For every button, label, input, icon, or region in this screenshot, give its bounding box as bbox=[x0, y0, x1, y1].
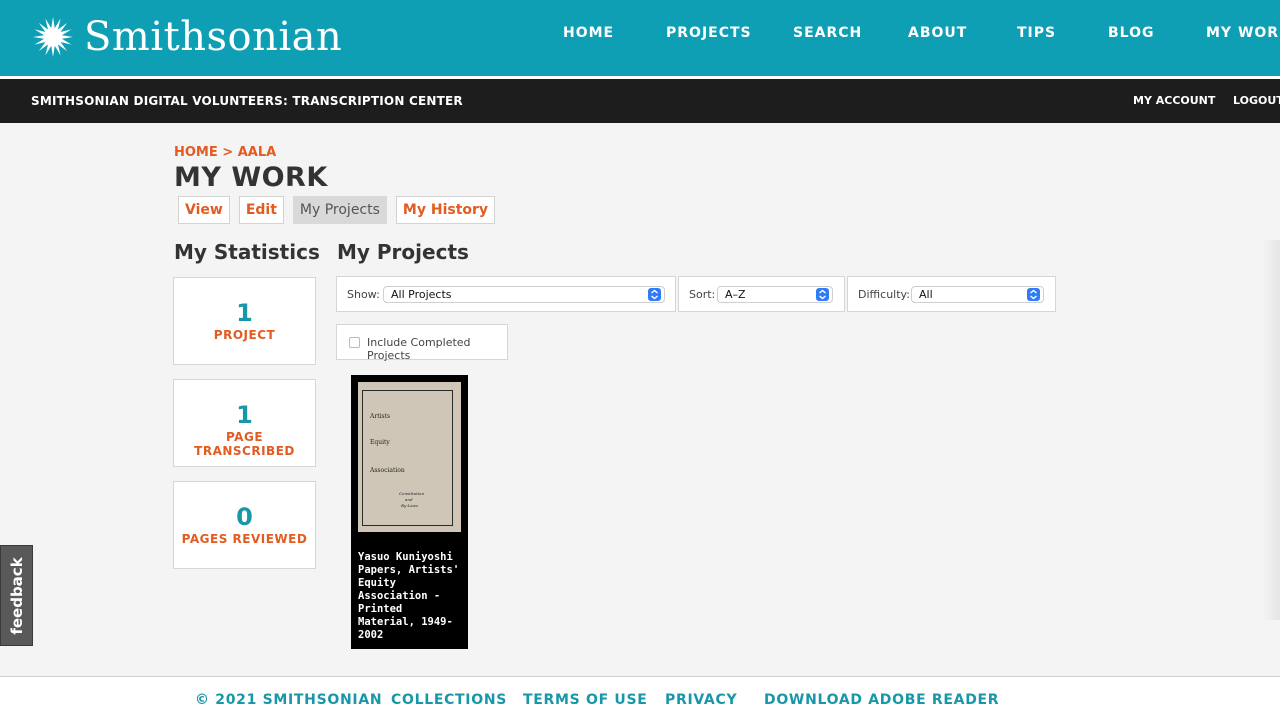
document-page: Artists Equity Association Constitution … bbox=[362, 390, 453, 526]
thumb-line: and bbox=[405, 497, 413, 502]
thumb-line: Equity bbox=[370, 439, 390, 446]
include-completed-checkbox[interactable] bbox=[349, 337, 360, 348]
select-chevron-icon bbox=[1027, 288, 1040, 301]
sort-filter: Sort: A–Z bbox=[678, 276, 845, 312]
project-card-title[interactable]: Yasuo Kuniyoshi Papers, Artists' Equity … bbox=[358, 551, 464, 642]
page-title: MY WORK bbox=[174, 162, 328, 193]
stat-value: 0 bbox=[236, 503, 253, 531]
nav-blog[interactable]: BLOG bbox=[1108, 25, 1155, 41]
show-select[interactable]: All Projects bbox=[383, 286, 665, 303]
feedback-tab[interactable]: feedback bbox=[0, 545, 33, 646]
stat-pages-transcribed: 1 PAGE TRANSCRIBED bbox=[173, 379, 316, 467]
include-completed-option: Include Completed Projects bbox=[336, 324, 508, 362]
difficulty-filter: Difficulty: All bbox=[847, 276, 1056, 312]
logout-link[interactable]: LOGOUT bbox=[1233, 94, 1280, 107]
tab-view[interactable]: View bbox=[178, 196, 230, 224]
breadcrumb-current[interactable]: AALA bbox=[238, 145, 276, 160]
select-chevron-icon bbox=[648, 288, 661, 301]
tab-edit[interactable]: Edit bbox=[238, 196, 284, 224]
nav-projects[interactable]: PROJECTS bbox=[666, 25, 752, 41]
show-label: Show: bbox=[347, 288, 380, 301]
select-chevron-icon bbox=[816, 288, 829, 301]
stat-projects: 1 PROJECT bbox=[173, 277, 316, 365]
main-nav: HOME PROJECTS SEARCH ABOUT TIPS BLOG MY … bbox=[0, 25, 1280, 47]
footer-collections[interactable]: COLLECTIONS bbox=[391, 692, 507, 708]
sort-select[interactable]: A–Z bbox=[717, 286, 833, 303]
nav-my-work[interactable]: MY WORK bbox=[1206, 25, 1280, 41]
nav-search[interactable]: SEARCH bbox=[793, 25, 862, 41]
sub-header-bar: SMITHSONIAN DIGITAL VOLUNTEERS: TRANSCRI… bbox=[0, 79, 1280, 123]
footer-adobe-reader[interactable]: DOWNLOAD ADOBE READER bbox=[764, 692, 999, 708]
project-card[interactable]: Artists Equity Association Constitution … bbox=[351, 375, 468, 649]
breadcrumb-separator: > bbox=[217, 145, 238, 160]
stat-pages-reviewed: 0 PAGES REVIEWED bbox=[173, 481, 316, 569]
profile-tabs: View Edit My Projects My History bbox=[178, 196, 496, 224]
nav-tips[interactable]: TIPS bbox=[1017, 25, 1056, 41]
stat-label: PAGES REVIEWED bbox=[181, 532, 308, 546]
my-account-link[interactable]: MY ACCOUNT bbox=[1133, 94, 1215, 107]
feedback-label: feedback bbox=[7, 556, 26, 635]
sort-select-value: A–Z bbox=[725, 288, 746, 301]
tab-my-projects[interactable]: My Projects bbox=[292, 196, 387, 224]
site-section-title: SMITHSONIAN DIGITAL VOLUNTEERS: TRANSCRI… bbox=[31, 94, 463, 108]
nav-home[interactable]: HOME bbox=[563, 25, 614, 41]
footer-privacy[interactable]: PRIVACY bbox=[665, 692, 737, 708]
difficulty-select-value: All bbox=[919, 288, 933, 301]
stat-label: PAGE TRANSCRIBED bbox=[194, 430, 295, 458]
stat-value: 1 bbox=[236, 299, 253, 327]
include-completed-label[interactable]: Include Completed Projects bbox=[367, 336, 507, 362]
stat-value: 1 bbox=[236, 401, 253, 429]
nav-about[interactable]: ABOUT bbox=[908, 25, 967, 41]
projects-heading: My Projects bbox=[337, 240, 469, 264]
show-select-value: All Projects bbox=[391, 288, 452, 301]
project-thumbnail[interactable]: Artists Equity Association Constitution … bbox=[358, 382, 461, 532]
footer: © 2021 SMITHSONIAN COLLECTIONS TERMS OF … bbox=[0, 676, 1280, 716]
sort-label: Sort: bbox=[689, 288, 716, 301]
footer-copyright[interactable]: © 2021 SMITHSONIAN bbox=[195, 692, 382, 708]
difficulty-label: Difficulty: bbox=[858, 288, 910, 301]
breadcrumb: HOME > AALA bbox=[174, 145, 276, 160]
breadcrumb-home[interactable]: HOME bbox=[174, 145, 218, 160]
thumb-line: Constitution bbox=[399, 491, 425, 496]
thumb-line: Artists bbox=[370, 413, 391, 420]
show-filter: Show: All Projects bbox=[336, 276, 676, 312]
stat-label: PROJECT bbox=[213, 328, 276, 342]
top-header: Smithsonian HOME PROJECTS SEARCH ABOUT T… bbox=[0, 0, 1280, 79]
thumb-line: By-Laws bbox=[401, 503, 419, 508]
footer-terms[interactable]: TERMS OF USE bbox=[523, 692, 648, 708]
difficulty-select[interactable]: All bbox=[911, 286, 1044, 303]
page-edge-shadow bbox=[1262, 240, 1280, 620]
statistics-heading: My Statistics bbox=[174, 240, 320, 264]
thumb-line: Association bbox=[370, 467, 405, 474]
tab-my-history[interactable]: My History bbox=[395, 196, 496, 224]
